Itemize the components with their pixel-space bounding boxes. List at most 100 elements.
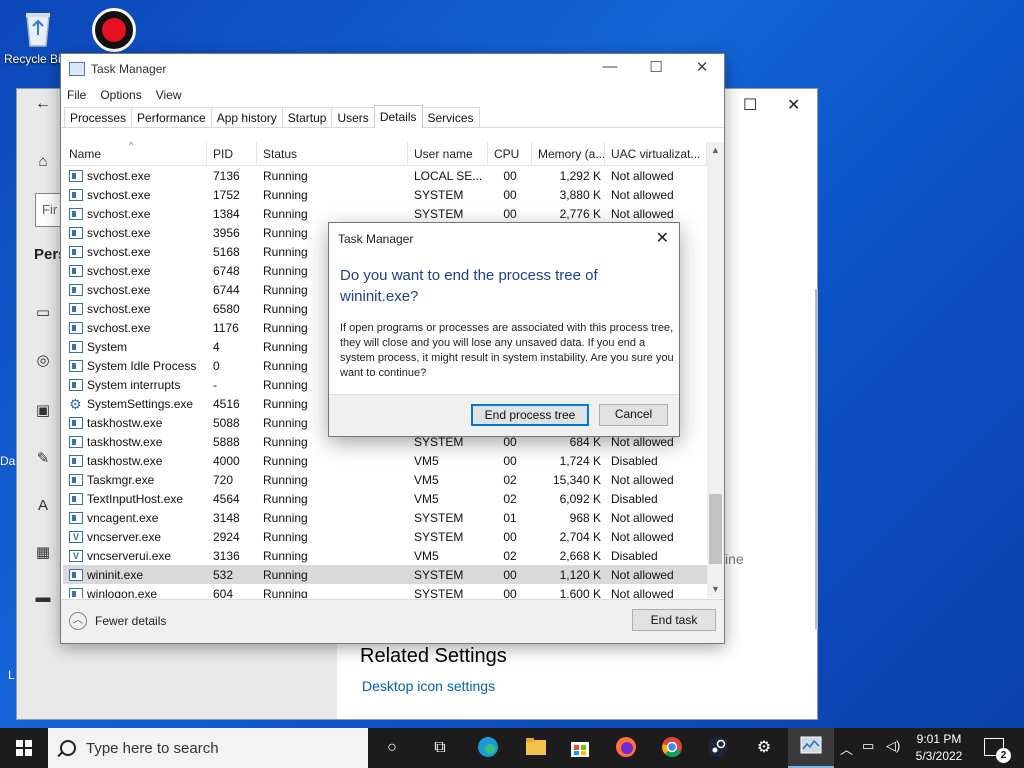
column-header-user[interactable]: User name: [408, 142, 488, 165]
table-row[interactable]: TextInputHost.exe 4564 Running VM5 02 6,092 K…: [63, 489, 707, 508]
colors-icon[interactable]: ◎: [33, 351, 53, 371]
cell-name: svchost.exe: [63, 302, 207, 316]
home-icon[interactable]: ⌂: [33, 153, 53, 173]
table-row[interactable]: svchost.exe 1384 Running SYSTEM 00 2,776 K Not…: [63, 204, 707, 223]
start-icon[interactable]: ▦: [33, 543, 53, 563]
process-name: SystemSettings.exe: [87, 396, 194, 411]
process-icon: [69, 568, 83, 581]
close-icon[interactable]: ✕: [679, 58, 725, 76]
process-list-scrollbar[interactable]: ▲ ▼: [707, 142, 724, 598]
store-icon[interactable]: [568, 736, 592, 760]
dialog-title: Task Manager: [338, 232, 414, 246]
menu-file[interactable]: File: [67, 88, 86, 102]
process-name: vncagent.exe: [87, 510, 159, 525]
end-process-tree-button[interactable]: End process tree: [471, 404, 589, 426]
cell-name: System Idle Process: [63, 359, 207, 373]
table-row[interactable]: Taskmgr.exe 720 Running VM5 02 15,340 K Not al…: [63, 470, 707, 489]
start-button[interactable]: [0, 728, 48, 768]
cell-pid: 6748: [213, 263, 240, 278]
column-header-status[interactable]: Status: [257, 142, 408, 165]
truncated-text: ine: [725, 551, 744, 567]
process-name: TextInputHost.exe: [87, 491, 184, 506]
taskbar-icon[interactable]: ▬: [33, 589, 53, 609]
cell-cpu: 02: [503, 548, 517, 563]
table-row[interactable]: winlogon.exe 604 Running SYSTEM 00 1,600 K Not…: [63, 584, 707, 598]
cell-name: svchost.exe: [63, 207, 207, 221]
scroll-up-icon[interactable]: ▲: [707, 142, 724, 159]
cell-status: Running: [263, 206, 308, 221]
column-header-uac[interactable]: UAC virtualizat...: [605, 142, 707, 165]
task-manager-titlebar[interactable]: Task Manager — ☐ ✕: [61, 54, 724, 84]
task-manager-taskbar-button[interactable]: [788, 728, 834, 768]
fewer-details-button[interactable]: ︿ Fewer details: [69, 612, 166, 630]
column-header-cpu[interactable]: CPU: [488, 142, 532, 165]
settings-gear-icon[interactable]: ⚙: [752, 736, 776, 760]
cell-name: svchost.exe: [63, 264, 207, 278]
fonts-icon[interactable]: A: [33, 497, 53, 517]
recorder-app-icon[interactable]: [92, 8, 140, 52]
tab-services[interactable]: Services: [421, 107, 480, 127]
themes-icon[interactable]: ✎: [33, 449, 53, 469]
cell-user: SYSTEM: [414, 206, 464, 221]
table-row[interactable]: taskhostw.exe 4000 Running VM5 00 1,724 K Disa…: [63, 451, 707, 470]
end-task-button[interactable]: End task: [632, 609, 716, 631]
search-placeholder: Type here to search: [86, 739, 219, 757]
table-row[interactable]: svchost.exe 7136 Running LOCAL SE... 00 1,292…: [63, 166, 707, 185]
tab-app-history[interactable]: App history: [210, 107, 283, 127]
desktop-icon-settings-link[interactable]: Desktop icon settings: [362, 678, 495, 694]
scroll-thumb[interactable]: [709, 494, 722, 564]
tab-performance[interactable]: Performance: [131, 107, 212, 127]
tab-users[interactable]: Users: [331, 107, 375, 127]
dialog-close-icon[interactable]: ✕: [656, 228, 669, 248]
process-name: vncserver.exe: [87, 529, 162, 544]
column-header-pid[interactable]: PID: [207, 142, 257, 165]
taskbar-search-box[interactable]: Type here to search: [48, 728, 368, 768]
show-hidden-icons-icon[interactable]: ︿: [840, 739, 853, 768]
cell-pid: 5888: [213, 434, 240, 449]
task-view-icon[interactable]: ⧉: [428, 736, 452, 760]
cell-memory: 15,340 K: [552, 472, 601, 487]
menu-options[interactable]: Options: [100, 88, 141, 102]
table-row[interactable]: Vvncserver.exe 2924 Running SYSTEM 00 2,704 K…: [63, 527, 707, 546]
column-header-name[interactable]: ^ Name: [63, 142, 207, 165]
cell-status: Running: [263, 472, 308, 487]
lock-screen-icon[interactable]: ▣: [33, 401, 53, 421]
steam-icon[interactable]: [706, 736, 730, 760]
table-row[interactable]: wininit.exe 532 Running SYSTEM 00 1,120 K Not …: [63, 565, 707, 584]
tab-details[interactable]: Details: [373, 105, 423, 128]
taskbar-clock[interactable]: 9:01 PM 5/3/2022: [900, 731, 978, 765]
edge-icon[interactable]: [476, 736, 500, 760]
settings-scrollbar[interactable]: [815, 289, 818, 629]
maximize-icon[interactable]: ☐: [743, 95, 757, 115]
scroll-down-icon[interactable]: ▼: [707, 581, 724, 598]
minimize-icon[interactable]: —: [587, 58, 633, 75]
cell-status: Running: [263, 510, 308, 525]
cell-pid: 7136: [213, 168, 240, 183]
cell-name: System: [63, 340, 207, 354]
firefox-icon[interactable]: [614, 736, 638, 760]
volume-icon[interactable]: ◁): [886, 738, 900, 768]
table-row[interactable]: Vvncserverui.exe 3136 Running VM5 02 2,668 K D…: [63, 546, 707, 565]
table-row[interactable]: svchost.exe 1752 Running SYSTEM 00 3,880 K Not…: [63, 185, 707, 204]
chrome-icon[interactable]: [660, 736, 684, 760]
close-icon[interactable]: ✕: [787, 95, 800, 115]
cell-memory: 968 K: [569, 510, 601, 525]
cell-uac: Not allowed: [611, 567, 674, 582]
background-icon[interactable]: ▭: [33, 303, 53, 323]
network-icon[interactable]: ▭: [862, 738, 874, 768]
cell-pid: 3136: [213, 548, 240, 563]
cell-user: SYSTEM: [414, 510, 464, 525]
clock-time: 9:01 PM: [916, 732, 962, 746]
notification-badge: 2: [996, 748, 1011, 763]
tab-processes[interactable]: Processes: [64, 107, 133, 127]
cancel-button[interactable]: Cancel: [599, 404, 668, 426]
back-arrow-icon[interactable]: ←: [35, 95, 51, 113]
dialog-heading: Do you want to end the process tree of w…: [340, 267, 598, 305]
maximize-icon[interactable]: ☐: [633, 58, 679, 76]
cortana-icon[interactable]: ○: [380, 736, 404, 760]
table-row[interactable]: vncagent.exe 3148 Running SYSTEM 01 968 K Not …: [63, 508, 707, 527]
file-explorer-icon[interactable]: [524, 736, 548, 760]
column-header-memory[interactable]: Memory (a...: [532, 142, 605, 165]
tab-startup[interactable]: Startup: [281, 107, 333, 127]
menu-view[interactable]: View: [156, 88, 182, 102]
